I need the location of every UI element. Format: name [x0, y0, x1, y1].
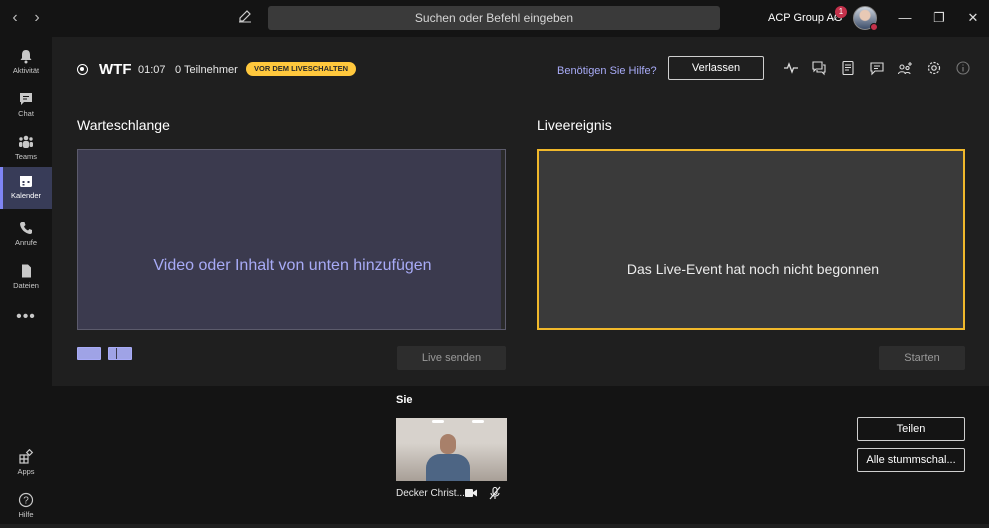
live-title: Liveereignis: [537, 117, 612, 133]
chat-icon: [20, 93, 32, 105]
rail-label: Dateien: [13, 281, 39, 290]
calendar-icon: [20, 176, 32, 187]
rail-item-anrufe[interactable]: Anrufe: [0, 214, 52, 256]
help-link[interactable]: Benötigen Sie Hilfe?: [557, 65, 657, 77]
presenter-name: Decker Christ...: [396, 488, 465, 499]
compose-icon[interactable]: [238, 9, 256, 27]
app-rail: Aktivität Chat Teams Kalender Anrufe Dat…: [0, 37, 52, 524]
chevron-right-icon[interactable]: ›: [28, 9, 46, 27]
rail-item-hilfe[interactable]: ? Hilfe: [0, 486, 52, 528]
qna-icon[interactable]: [811, 60, 827, 76]
presenter-panel: [52, 386, 989, 524]
minimize-icon[interactable]: —: [896, 9, 914, 27]
mute-all-button[interactable]: Alle stummschal...: [857, 448, 965, 472]
notification-badge: 1: [835, 6, 847, 18]
queue-preview[interactable]: Video oder Inhalt von unten hinzufügen: [77, 149, 506, 330]
meeting-chat-icon[interactable]: [869, 60, 885, 76]
queue-placeholder: Video oder Inhalt von unten hinzufügen: [153, 257, 432, 274]
live-indicator-icon: [77, 64, 88, 75]
title-bar: ‹ › Suchen oder Befehl eingeben ACP Grou…: [0, 0, 989, 37]
camera-icon[interactable]: [464, 487, 478, 499]
queue-scrollbar: [501, 150, 505, 329]
live-preview: Das Live-Event hat noch nicht begonnen: [537, 149, 965, 330]
queue-title: Warteschlange: [77, 117, 170, 133]
rail-item-dateien[interactable]: Dateien: [0, 257, 52, 299]
more-apps-button[interactable]: •••: [0, 300, 52, 334]
info-icon[interactable]: [955, 60, 971, 76]
rail-item-apps[interactable]: Apps: [0, 443, 52, 485]
rail-label: Anrufe: [14, 238, 38, 247]
event-title: WTF: [99, 61, 132, 78]
participants-icon[interactable]: [897, 60, 913, 76]
more-icon: •••: [16, 308, 36, 325]
chevron-left-icon[interactable]: ‹: [6, 9, 24, 27]
close-icon[interactable]: ✕: [964, 9, 982, 27]
rail-item-teams[interactable]: Teams: [0, 128, 52, 170]
file-icon: [22, 264, 31, 278]
leave-button[interactable]: Verlassen: [668, 56, 764, 80]
participant-count: 0 Teilnehmer: [175, 64, 238, 76]
start-button[interactable]: Starten: [879, 346, 965, 370]
rail-label: Teams: [14, 152, 38, 161]
rail-item-chat[interactable]: Chat: [0, 85, 52, 127]
rail-label: Chat: [18, 109, 34, 118]
phone-icon: [20, 222, 32, 234]
presenter-heading: Sie: [396, 394, 413, 406]
apps-icon: [19, 449, 34, 464]
share-button[interactable]: Teilen: [857, 417, 965, 441]
rail-label: Apps: [17, 467, 35, 476]
status-badge: VOR DEM LIVESCHALTEN: [246, 62, 357, 76]
rail-item-aktivitaet[interactable]: Aktivität: [0, 42, 52, 84]
rail-label: Kalender: [10, 191, 42, 200]
rail-label: Hilfe: [18, 510, 34, 519]
presence-status-icon: [870, 23, 878, 31]
health-icon[interactable]: [783, 60, 799, 76]
notes-icon[interactable]: [840, 60, 856, 76]
mic-off-icon[interactable]: [488, 486, 502, 500]
rail-item-kalender[interactable]: Kalender: [0, 167, 52, 209]
help-icon: ?: [18, 492, 34, 508]
teams-icon: [19, 135, 33, 148]
search-input[interactable]: Suchen oder Befehl eingeben: [268, 6, 720, 30]
send-live-button[interactable]: Live senden: [397, 346, 506, 370]
svg-text:?: ?: [23, 496, 29, 507]
presenter-video[interactable]: [396, 418, 507, 481]
gear-icon[interactable]: [926, 60, 942, 76]
layout-split-button[interactable]: [108, 347, 132, 360]
layout-single-button[interactable]: [77, 347, 101, 360]
maximize-icon[interactable]: ❐: [930, 9, 948, 27]
rail-label: Aktivität: [12, 66, 40, 75]
event-timer: 01:07: [138, 64, 166, 76]
bell-icon: [20, 50, 32, 64]
live-message: Das Live-Event hat noch nicht begonnen: [626, 261, 880, 277]
